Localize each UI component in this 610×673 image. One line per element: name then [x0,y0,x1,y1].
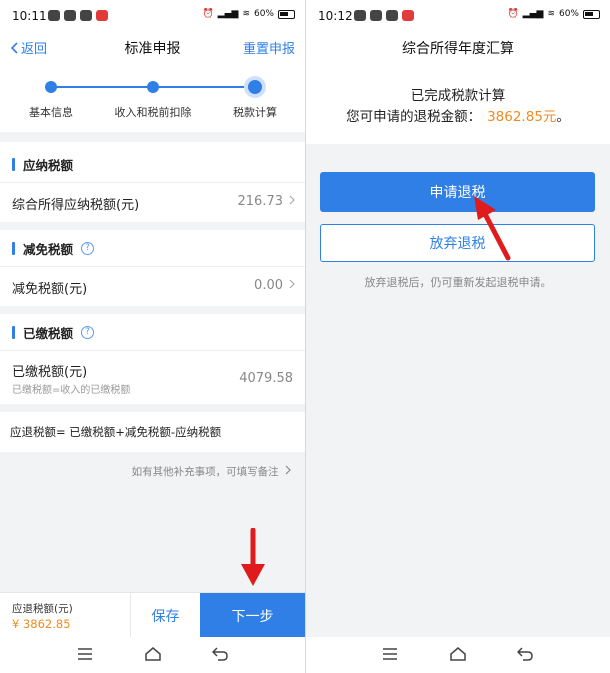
annotation-arrow-down [241,528,265,586]
battery-icon [278,9,295,19]
battery-percent: 60% [253,9,274,19]
notification-icons [48,10,108,21]
home-icon[interactable] [449,647,467,662]
refund-amount: ¥ 3862.85 [12,617,71,631]
signal-icon: ▂▄▆ [522,9,544,19]
section-header-paid: 已缴税额 ? [0,314,305,350]
help-icon[interactable]: ? [81,325,95,339]
help-icon[interactable]: ? [81,241,95,255]
screenshot-pair: 10:11 ⏰ ▂▄▆ ≋ 60% 返回 标准申报 重置申报 基本信息 收入和税… [0,0,610,673]
app-badge-icon [402,10,414,21]
refund-label: 应退税额(元) [12,603,73,615]
back-nav-icon[interactable] [517,647,533,661]
stepper: 基本信息 收入和税前扣除 税款计算 [0,62,305,132]
section-accent-bar [12,325,15,339]
step-line [153,86,255,88]
message-icon [48,10,60,21]
status-time: 10:12 [318,9,353,23]
nav-bar: 综合所得年度汇算 [306,32,610,62]
refund-prefix: 您可申请的退税金额： [346,109,482,125]
remark-link[interactable]: 如有其他补充事项，可填写备注 [0,464,291,479]
reset-button[interactable]: 重置申报 [243,38,295,57]
app-icon [386,10,398,21]
done-title: 已完成税款计算 [410,88,506,104]
step-dot [147,81,159,93]
home-icon[interactable] [144,647,162,662]
chat-icon [64,10,76,21]
section-accent-bar [12,157,15,171]
battery-icon [583,9,600,19]
row-value: 4079.58 [239,371,293,386]
chat-icon [370,10,382,21]
step-line [51,86,153,88]
refund-formula: 应退税额= 已缴税额+减免税额-应纳税额 [0,412,305,452]
signal-icon: ▂▄▆ [217,9,239,19]
left-screen: 10:11 ⏰ ▂▄▆ ≋ 60% 返回 标准申报 重置申报 基本信息 收入和税… [0,0,305,673]
page-title: 综合所得年度汇算 [402,41,514,57]
section-header-reduction: 减免税额 ? [0,230,305,266]
system-icons: ⏰ ▂▄▆ ≋ 60% [507,9,600,19]
back-nav-icon[interactable] [212,647,228,661]
apply-refund-button[interactable]: 申请退税 [320,172,595,212]
battery-percent: 60% [558,9,579,19]
wifi-icon: ≋ [242,9,250,19]
app-icon [80,10,92,21]
completion-summary: 已完成税款计算 您可申请的退税金额： 3862.85元。 [306,62,610,144]
step-dot-active [248,80,262,94]
row-label: 已缴税额(元) [12,365,88,380]
abandon-hint: 放弃退税后，仍可重新发起退税申请。 [364,276,552,289]
system-icons: ⏰ ▂▄▆ ≋ 60% [202,9,295,19]
section-title: 已缴税额 [23,325,74,341]
wifi-icon: ≋ [547,9,555,19]
paid-row: 已缴税额(元) 已缴税额=收入的已缴税额 4079.58 [0,350,305,404]
refund-suffix: 。 [556,109,570,125]
step-label[interactable]: 收入和税前扣除 [115,104,192,120]
row-value: 0.00 [254,278,283,293]
abandon-refund-button[interactable]: 放弃退税 [320,224,595,262]
right-screen: 10:12 ⏰ ▂▄▆ ≋ 60% 综合所得年度汇算 已完成税款计算 您可申请的… [306,0,610,673]
status-bar: 10:11 ⏰ ▂▄▆ ≋ 60% [0,0,305,32]
app-badge-icon [96,10,108,21]
row-label: 综合所得应纳税额(元) [12,198,140,213]
system-nav-bar [306,637,610,673]
section-gap [0,132,305,142]
section-accent-bar [12,241,15,255]
section-gap [0,404,305,412]
alarm-icon: ⏰ [507,9,519,19]
step-dot [45,81,57,93]
section-header-payable: 应纳税额 [0,146,305,182]
remark-text: 如有其他补充事项，可填写备注 [131,466,279,478]
message-icon [354,10,366,21]
reduction-row[interactable]: 减免税额(元) 0.00 [0,266,305,306]
section-gap [0,222,305,230]
status-bar: 10:12 ⏰ ▂▄▆ ≋ 60% [306,0,610,32]
row-value: 216.73 [237,194,284,209]
save-button[interactable]: 保存 [130,593,200,638]
chevron-right-icon [289,195,295,205]
step-label[interactable]: 基本信息 [29,104,73,120]
payable-row[interactable]: 综合所得应纳税额(元) 216.73 [0,182,305,222]
annotation-arrow-up [474,196,511,261]
step-label[interactable]: 税款计算 [233,104,277,120]
content-background [306,144,610,637]
status-time: 10:11 [12,9,47,23]
refund-summary: 您可申请的退税金额： 3862.85元。 [306,105,610,125]
system-nav-bar [0,637,305,673]
row-subtitle: 已缴税额=收入的已缴税额 [12,385,131,396]
chevron-right-icon [285,465,291,475]
alarm-icon: ⏰ [202,9,214,19]
notification-icons [354,10,414,21]
menu-icon[interactable] [382,647,398,661]
chevron-right-icon [289,279,295,289]
section-gap [0,306,305,314]
refund-amount: 3862.85元 [487,109,557,125]
row-label: 减免税额(元) [12,282,88,297]
section-title: 应纳税额 [23,157,74,173]
nav-bar: 返回 标准申报 重置申报 [0,32,305,62]
bottom-action-bar: 应退税额(元) ¥ 3862.85 保存 下一步 [0,592,305,638]
section-title: 减免税额 [23,241,74,257]
menu-icon[interactable] [77,647,93,661]
next-step-button[interactable]: 下一步 [200,593,305,638]
